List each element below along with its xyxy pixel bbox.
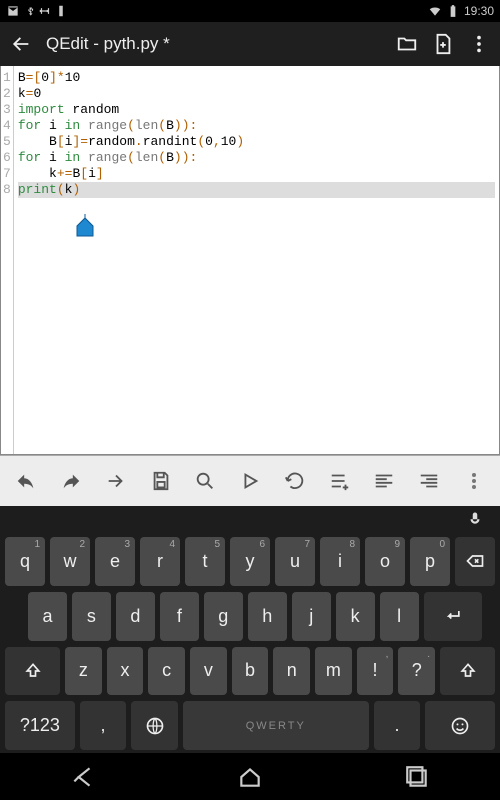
text-cursor-handle[interactable]: [75, 214, 95, 243]
save-button[interactable]: [138, 470, 183, 492]
align-right-button[interactable]: [407, 470, 452, 492]
symbols-key[interactable]: ?123: [5, 701, 75, 750]
editor-toolbar: [0, 455, 500, 506]
period-key[interactable]: .: [374, 701, 421, 750]
key-p[interactable]: p0: [410, 537, 450, 586]
android-status-bar: 19:30: [0, 0, 500, 22]
key-m[interactable]: m: [315, 647, 352, 696]
run-button[interactable]: [228, 470, 273, 492]
reload-button[interactable]: [272, 470, 317, 492]
voice-input-icon[interactable]: [466, 511, 484, 529]
new-file-icon[interactable]: [432, 33, 454, 55]
key-x[interactable]: x: [107, 647, 144, 696]
align-left-button[interactable]: [362, 470, 407, 492]
code-line[interactable]: k+=B[i]: [18, 166, 495, 182]
key-o[interactable]: o9: [365, 537, 405, 586]
key-d[interactable]: d: [116, 592, 155, 641]
nav-recent-icon[interactable]: [404, 764, 430, 790]
key-w[interactable]: w2: [50, 537, 90, 586]
emoji-key[interactable]: [425, 701, 495, 750]
app-title: QEdit - pyth.py *: [46, 34, 170, 54]
nav-back-icon[interactable]: [70, 764, 96, 790]
key-y[interactable]: y6: [230, 537, 270, 586]
notification-icon: [54, 4, 68, 18]
code-area[interactable]: B=[0]*10k=0import randomfor i in range(l…: [14, 66, 499, 454]
key-z[interactable]: z: [65, 647, 102, 696]
key-q[interactable]: q1: [5, 537, 45, 586]
redo-button[interactable]: [49, 470, 94, 492]
code-editor[interactable]: 1 2 3 4 5 6 7 8 B=[0]*10k=0import random…: [0, 66, 500, 455]
wifi-icon: [428, 4, 442, 18]
search-button[interactable]: [183, 470, 228, 492]
key-f[interactable]: f: [160, 592, 199, 641]
key-k[interactable]: k: [336, 592, 375, 641]
menu-overflow-icon[interactable]: [468, 33, 490, 55]
space-key[interactable]: QWERTY: [183, 701, 369, 750]
nav-home-icon[interactable]: [237, 764, 263, 790]
undo-button[interactable]: [4, 470, 49, 492]
key-i[interactable]: i8: [320, 537, 360, 586]
key-t[interactable]: t5: [185, 537, 225, 586]
shift-key-right[interactable]: [440, 647, 495, 696]
battery-icon: [446, 4, 460, 18]
code-line[interactable]: for i in range(len(B)):: [18, 118, 495, 134]
enter-key[interactable]: [424, 592, 482, 641]
key-?[interactable]: ?.: [398, 647, 435, 696]
mail-icon: [6, 4, 20, 18]
shift-key[interactable]: [5, 647, 60, 696]
key-h[interactable]: h: [248, 592, 287, 641]
android-nav-bar: [0, 753, 500, 800]
backspace-key[interactable]: [455, 537, 495, 586]
line-gutter: 1 2 3 4 5 6 7 8: [1, 66, 14, 454]
key-j[interactable]: j: [292, 592, 331, 641]
dumbbell-icon: [38, 4, 52, 18]
clock: 19:30: [464, 4, 494, 18]
key-v[interactable]: v: [190, 647, 227, 696]
key-s[interactable]: s: [72, 592, 111, 641]
insert-line-button[interactable]: [317, 470, 362, 492]
key-r[interactable]: r4: [140, 537, 180, 586]
key-e[interactable]: e3: [95, 537, 135, 586]
code-line[interactable]: for i in range(len(B)):: [18, 150, 495, 166]
key-b[interactable]: b: [232, 647, 269, 696]
go-button[interactable]: [93, 470, 138, 492]
key-g[interactable]: g: [204, 592, 243, 641]
key-c[interactable]: c: [148, 647, 185, 696]
code-line[interactable]: B[i]=random.randint(0,10): [18, 134, 495, 150]
code-line[interactable]: B=[0]*10: [18, 70, 495, 86]
back-icon[interactable]: [10, 33, 32, 55]
code-line[interactable]: print(k): [18, 182, 495, 198]
code-line[interactable]: k=0: [18, 86, 495, 102]
app-action-bar: QEdit - pyth.py *: [0, 22, 500, 66]
usb-icon: [22, 4, 36, 18]
toolbar-overflow-button[interactable]: [451, 473, 496, 489]
key-u[interactable]: u7: [275, 537, 315, 586]
comma-key[interactable]: ,: [80, 701, 127, 750]
language-key[interactable]: [131, 701, 178, 750]
key-a[interactable]: a: [28, 592, 67, 641]
folder-open-icon[interactable]: [396, 33, 418, 55]
code-line[interactable]: import random: [18, 102, 495, 118]
key-![interactable]: !,: [357, 647, 394, 696]
key-n[interactable]: n: [273, 647, 310, 696]
soft-keyboard: q1w2e3r4t5y6u7i8o9p0 asdfghjkl zxcvbnm!,…: [0, 506, 500, 753]
key-l[interactable]: l: [380, 592, 419, 641]
